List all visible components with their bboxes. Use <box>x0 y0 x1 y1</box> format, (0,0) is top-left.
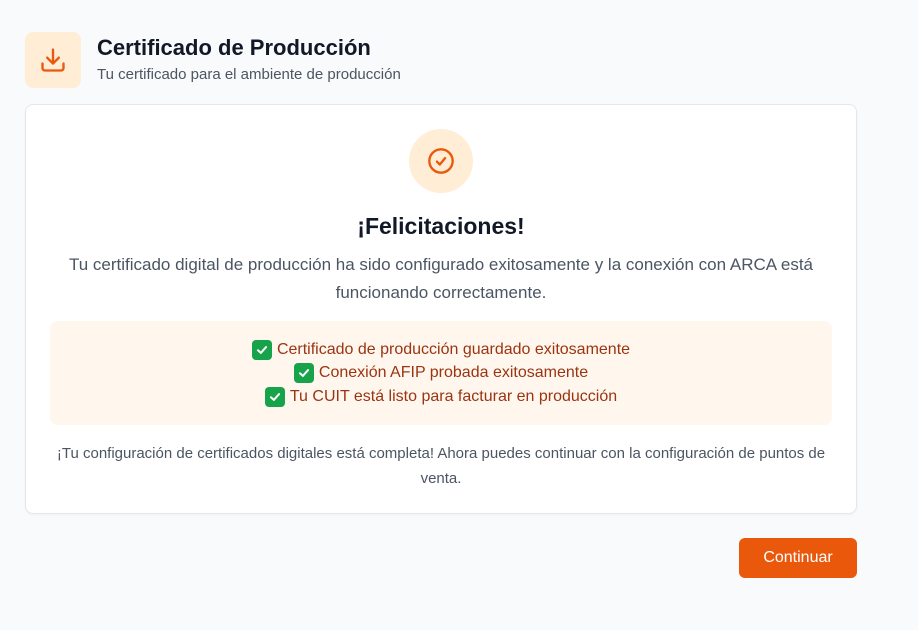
page-title: Certificado de Producción <box>97 35 371 60</box>
success-heading: ¡Felicitaciones! <box>357 213 525 239</box>
success-message: Tu certificado digital de producción ha … <box>68 255 814 302</box>
success-item-text: Conexión AFIP probada exitosamente <box>318 364 589 382</box>
check-circle-icon <box>409 129 473 193</box>
success-item: Tu CUIT está listo para facturar en prod… <box>264 385 618 409</box>
continue-button[interactable]: Continuar <box>739 538 857 578</box>
success-item-text: Tu CUIT está listo para facturar en prod… <box>289 387 618 405</box>
success-card: ¡Felicitaciones! Tu certificado digital … <box>25 104 857 514</box>
check-mark-button-icon <box>251 339 272 360</box>
page-subtitle: Tu certificado para el ambiente de produ… <box>97 66 401 83</box>
success-item-text: Certificado de producción guardado exito… <box>276 340 631 358</box>
check-mark-button-icon <box>293 363 314 383</box>
success-item: Conexión AFIP probada exitosamente <box>293 361 589 385</box>
check-mark-button-icon <box>264 386 285 407</box>
page-header: Certificado de Producción Tu certificado… <box>25 32 857 88</box>
download-icon <box>25 32 81 88</box>
completion-note: ¡Tu configuración de certificados digita… <box>56 445 826 487</box>
success-item: Certificado de producción guardado exito… <box>251 338 631 362</box>
success-list: Certificado de producción guardado exito… <box>50 321 832 425</box>
